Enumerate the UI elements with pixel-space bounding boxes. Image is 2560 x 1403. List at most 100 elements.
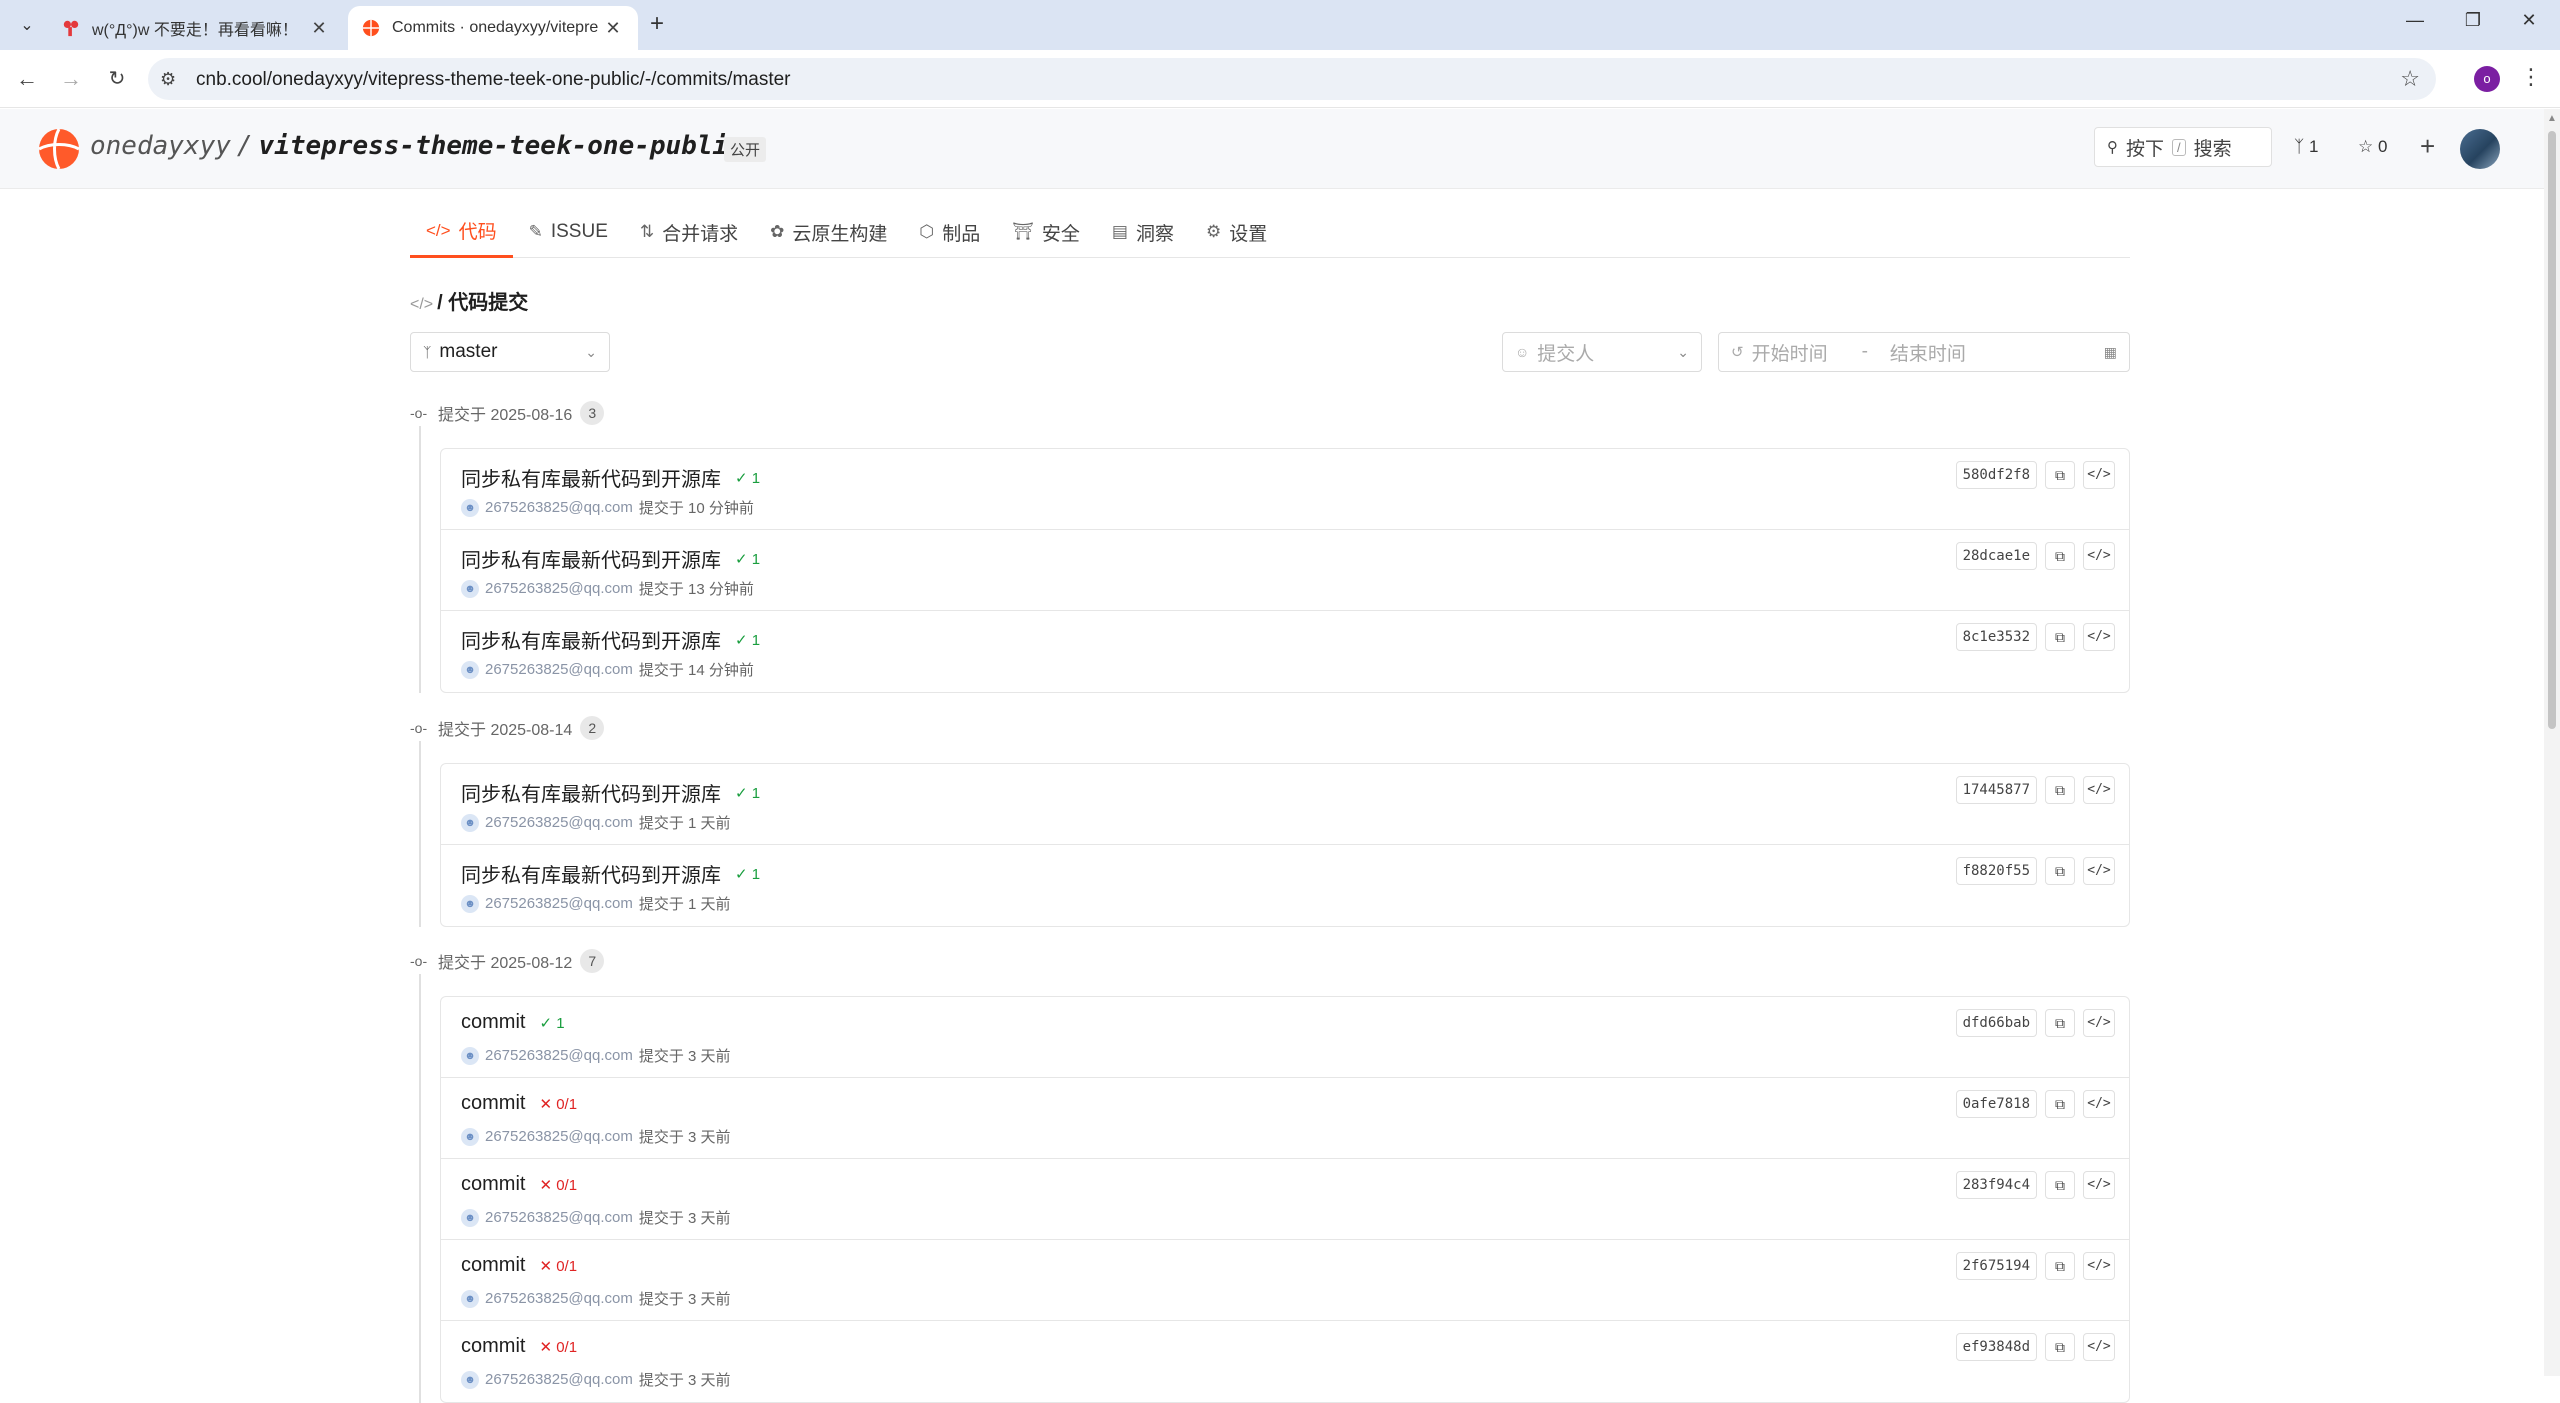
tab-merge-requests[interactable]: ⇅ 合并请求 xyxy=(624,206,754,258)
tab-insights[interactable]: ▤ 洞察 xyxy=(1096,206,1190,258)
browse-code-icon[interactable]: </> xyxy=(2083,776,2115,804)
build-status-badge[interactable]: ✓ 1 xyxy=(735,631,760,649)
commit-sha[interactable]: 28dcae1e xyxy=(1955,542,2037,570)
commit-row[interactable]: commit ✕ 0/1 ☻ 2675263825@qq.com 提交于 3 天前 2f6… xyxy=(441,1240,2129,1321)
restore-icon[interactable]: ❐ xyxy=(2458,10,2488,31)
commit-message-link[interactable]: 同步私有库最新代码到开源库 xyxy=(461,778,721,807)
fork-button[interactable]: ᛉ 1 xyxy=(2294,137,2318,157)
tab-settings[interactable]: ⚙ 设置 xyxy=(1190,206,1283,258)
user-avatar[interactable] xyxy=(2460,129,2500,169)
address-bar[interactable]: ⚙ cnb.cool/onedayxyy/vitepress-theme-tee… xyxy=(148,58,2436,100)
forward-arrow-icon[interactable]: → xyxy=(56,64,86,94)
browse-code-icon[interactable]: </> xyxy=(2083,1333,2115,1361)
code-icon[interactable]: </> xyxy=(410,296,433,313)
commit-sha[interactable]: 283f94c4 xyxy=(1955,1171,2037,1199)
commit-sha[interactable]: 8c1e3532 xyxy=(1955,623,2037,651)
commit-row[interactable]: 同步私有库最新代码到开源库 ✓ 1 ☻ 2675263825@qq.com 提交于 13… xyxy=(441,530,2129,611)
search-input[interactable]: ⚲ 按下 / 搜索 xyxy=(2094,127,2272,167)
commit-sha[interactable]: dfd66bab xyxy=(1955,1009,2037,1037)
date-range-picker[interactable]: ↺ 开始时间 - 结束时间 ▦ xyxy=(1718,332,2130,372)
browse-code-icon[interactable]: </> xyxy=(2083,857,2115,885)
browse-code-icon[interactable]: </> xyxy=(2083,1090,2115,1118)
minimize-icon[interactable]: — xyxy=(2400,10,2430,31)
tab-close-icon[interactable]: ✕ xyxy=(602,18,624,39)
scroll-thumb[interactable] xyxy=(2548,131,2556,729)
commit-sha[interactable]: 0afe7818 xyxy=(1955,1090,2037,1118)
copy-icon[interactable]: ⧉ xyxy=(2045,461,2075,489)
copy-icon[interactable]: ⧉ xyxy=(2045,1171,2075,1199)
url-text[interactable]: cnb.cool/onedayxyy/vitepress-theme-teek-… xyxy=(196,69,791,91)
profile-avatar[interactable]: o xyxy=(2474,66,2500,92)
back-arrow-icon[interactable]: ← xyxy=(12,64,42,94)
build-status-badge[interactable]: ✕ 0/1 xyxy=(539,1257,577,1275)
scroll-up-arrow-icon[interactable]: ▲ xyxy=(2547,113,2557,124)
copy-icon[interactable]: ⧉ xyxy=(2045,623,2075,651)
tab-packages[interactable]: ⬡ 制品 xyxy=(903,206,996,258)
branch-select[interactable]: ᛉ master ⌄ xyxy=(410,332,610,372)
author-email[interactable]: 2675263825@qq.com xyxy=(485,1128,633,1145)
author-email[interactable]: 2675263825@qq.com xyxy=(485,499,633,516)
commit-message-link[interactable]: commit xyxy=(461,1011,525,1034)
copy-icon[interactable]: ⧉ xyxy=(2045,1252,2075,1280)
commit-sha[interactable]: ef93848d xyxy=(1955,1333,2037,1361)
browser-tab-inactive[interactable]: w(°Д°)w 不要走！再看看嘛！ ✕ xyxy=(48,6,344,50)
build-status-badge[interactable]: ✕ 0/1 xyxy=(539,1095,577,1113)
build-status-badge[interactable]: ✕ 0/1 xyxy=(539,1176,577,1194)
author-email[interactable]: 2675263825@qq.com xyxy=(485,1371,633,1388)
commit-message-link[interactable]: commit xyxy=(461,1173,525,1196)
browse-code-icon[interactable]: </> xyxy=(2083,1252,2115,1280)
build-status-badge[interactable]: ✓ 1 xyxy=(735,865,760,883)
commit-sha[interactable]: f8820f55 xyxy=(1955,857,2037,885)
commit-message-link[interactable]: commit xyxy=(461,1335,525,1358)
build-status-badge[interactable]: ✓ 1 xyxy=(735,784,760,802)
browser-tab-active[interactable]: Commits · onedayxyy/vitepre ✕ xyxy=(348,6,638,50)
commit-row[interactable]: commit ✕ 0/1 ☻ 2675263825@qq.com 提交于 3 天前 0af… xyxy=(441,1078,2129,1159)
build-status-badge[interactable]: ✓ 1 xyxy=(735,550,760,568)
tab-code[interactable]: </> 代码 xyxy=(410,206,513,258)
commit-row[interactable]: commit ✓ 1 ☻ 2675263825@qq.com 提交于 3 天前 dfd66… xyxy=(441,997,2129,1078)
page-scrollbar[interactable]: ▲ xyxy=(2544,109,2560,1376)
commit-row[interactable]: commit ✕ 0/1 ☻ 2675263825@qq.com 提交于 3 天前 283… xyxy=(441,1159,2129,1240)
build-status-badge[interactable]: ✕ 0/1 xyxy=(539,1338,577,1356)
copy-icon[interactable]: ⧉ xyxy=(2045,542,2075,570)
commit-row[interactable]: 同步私有库最新代码到开源库 ✓ 1 ☻ 2675263825@qq.com 提交于 14… xyxy=(441,611,2129,692)
build-status-badge[interactable]: ✓ 1 xyxy=(735,469,760,487)
tab-list-chevron-icon[interactable]: ⌄ xyxy=(12,10,42,40)
repo-name-link[interactable]: vitepress-theme-teek-one-public xyxy=(259,131,744,161)
commit-message-link[interactable]: commit xyxy=(461,1254,525,1277)
commit-sha[interactable]: 17445877 xyxy=(1955,776,2037,804)
create-plus-icon[interactable]: + xyxy=(2420,131,2435,162)
author-email[interactable]: 2675263825@qq.com xyxy=(485,1209,633,1226)
commit-message-link[interactable]: commit xyxy=(461,1092,525,1115)
build-status-badge[interactable]: ✓ 1 xyxy=(539,1014,564,1032)
cnb-logo-icon[interactable] xyxy=(38,128,80,170)
copy-icon[interactable]: ⧉ xyxy=(2045,857,2075,885)
window-close-icon[interactable]: ✕ xyxy=(2514,10,2544,31)
browser-menu-icon[interactable]: ⋮ xyxy=(2520,64,2542,90)
tab-close-icon[interactable]: ✕ xyxy=(308,18,330,39)
commit-sha[interactable]: 2f675194 xyxy=(1955,1252,2037,1280)
tab-security[interactable]: ⛩ 安全 xyxy=(996,206,1096,258)
copy-icon[interactable]: ⧉ xyxy=(2045,1009,2075,1037)
star-button[interactable]: ☆ 0 xyxy=(2358,137,2387,157)
committer-select[interactable]: ☺ 提交人 ⌄ xyxy=(1502,332,1702,372)
new-tab-button[interactable]: + xyxy=(650,12,664,36)
commit-message-link[interactable]: 同步私有库最新代码到开源库 xyxy=(461,463,721,492)
browse-code-icon[interactable]: </> xyxy=(2083,1009,2115,1037)
copy-icon[interactable]: ⧉ xyxy=(2045,1333,2075,1361)
tab-issue[interactable]: ✎ ISSUE xyxy=(513,206,624,258)
commit-row[interactable]: 同步私有库最新代码到开源库 ✓ 1 ☻ 2675263825@qq.com 提交于 1 … xyxy=(441,845,2129,926)
commit-message-link[interactable]: 同步私有库最新代码到开源库 xyxy=(461,859,721,888)
commit-row[interactable]: 同步私有库最新代码到开源库 ✓ 1 ☻ 2675263825@qq.com 提交于 1 … xyxy=(441,764,2129,845)
browse-code-icon[interactable]: </> xyxy=(2083,461,2115,489)
author-email[interactable]: 2675263825@qq.com xyxy=(485,661,633,678)
browse-code-icon[interactable]: </> xyxy=(2083,1171,2115,1199)
author-email[interactable]: 2675263825@qq.com xyxy=(485,1047,633,1064)
copy-icon[interactable]: ⧉ xyxy=(2045,1090,2075,1118)
tab-cloud-native-build[interactable]: ✿ 云原生构建 xyxy=(754,206,903,258)
commit-row[interactable]: 同步私有库最新代码到开源库 ✓ 1 ☻ 2675263825@qq.com 提交于 10… xyxy=(441,449,2129,530)
commit-row[interactable]: commit ✕ 0/1 ☻ 2675263825@qq.com 提交于 3 天前 ef9… xyxy=(441,1321,2129,1402)
site-info-icon[interactable]: ⚙ xyxy=(160,69,176,90)
commit-message-link[interactable]: 同步私有库最新代码到开源库 xyxy=(461,544,721,573)
commit-sha[interactable]: 580df2f8 xyxy=(1955,461,2037,489)
